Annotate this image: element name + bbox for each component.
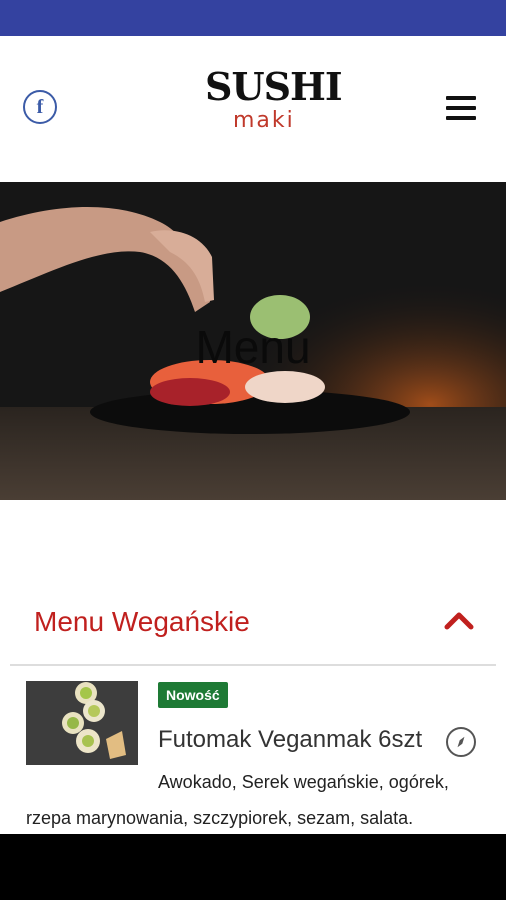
item-description-line2: rzepa marynowania, szczypiorek, sezam, s… xyxy=(26,808,414,828)
status-bar xyxy=(0,0,506,36)
item-name: Futomak Veganmak 6szt xyxy=(158,726,423,753)
hamburger-menu-icon[interactable] xyxy=(446,96,476,120)
chevron-up-icon[interactable] xyxy=(444,610,474,630)
facebook-icon[interactable]: f xyxy=(23,90,57,124)
hamburger-line xyxy=(446,106,476,110)
item-image[interactable] xyxy=(26,681,138,765)
hamburger-line xyxy=(446,116,476,120)
logo-text-bottom: maki xyxy=(233,108,295,133)
hamburger-line xyxy=(446,96,476,100)
hero-banner: Menu xyxy=(0,182,506,500)
menu-item[interactable]: Nowość Futomak Veganmak 6szt Awokado, Se… xyxy=(0,668,506,834)
item-description-line1: Awokado, Serek wegańskie, ogórek, xyxy=(158,772,449,792)
hero-title: Menu xyxy=(195,321,311,373)
compass-icon[interactable] xyxy=(446,727,476,757)
system-navigation-bar xyxy=(0,834,506,900)
category-title: Menu Wegańskie xyxy=(34,606,250,637)
logo[interactable]: SUSHI maki xyxy=(205,64,343,144)
category-header[interactable]: Menu Wegańskie xyxy=(10,590,496,666)
logo-text-top: SUSHI xyxy=(205,64,343,109)
new-badge: Nowość xyxy=(158,682,228,708)
header: f SUSHI maki xyxy=(0,36,506,182)
